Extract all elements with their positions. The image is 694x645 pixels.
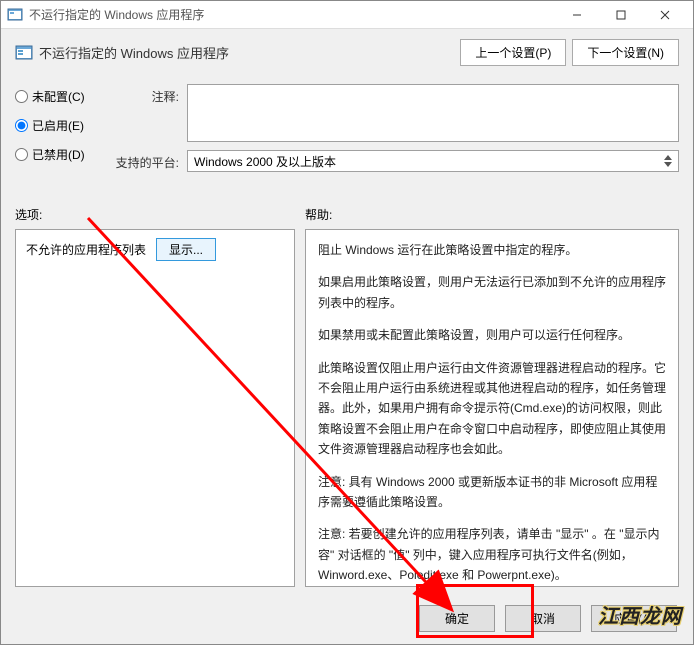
fields: 注释: 支持的平台: Windows 2000 及以上版本 [115, 84, 679, 172]
help-p5: 注意: 具有 Windows 2000 或更新版本证书的非 Microsoft … [318, 472, 666, 513]
platform-label: 支持的平台: [115, 150, 179, 171]
platform-row: 支持的平台: Windows 2000 及以上版本 [115, 150, 679, 172]
config-area: 未配置(C) 已启用(E) 已禁用(D) 注释: 支持的平台: Windows … [1, 84, 693, 178]
radio-enabled-input[interactable] [15, 119, 28, 132]
platform-value: Windows 2000 及以上版本 [194, 153, 336, 170]
apply-button[interactable]: 应用(A) [591, 605, 677, 632]
app-icon [7, 7, 23, 23]
help-p4: 此策略设置仅阻止用户运行由文件资源管理器进程启动的程序。它不会阻止用户运行由系统… [318, 358, 666, 460]
radio-not-configured[interactable]: 未配置(C) [15, 88, 101, 105]
section-labels: 选项: 帮助: [1, 178, 693, 229]
radio-not-configured-label: 未配置(C) [32, 88, 85, 105]
radio-disabled-label: 已禁用(D) [32, 146, 85, 163]
maximize-button[interactable] [599, 2, 643, 28]
disallowed-list-row: 不允许的应用程序列表 显示... [26, 238, 284, 261]
header: 不运行指定的 Windows 应用程序 上一个设置(P) 下一个设置(N) [1, 29, 693, 84]
help-p1: 阻止 Windows 运行在此策略设置中指定的程序。 [318, 240, 666, 260]
previous-setting-button[interactable]: 上一个设置(P) [460, 39, 566, 66]
comment-row: 注释: [115, 84, 679, 142]
policy-icon [15, 44, 33, 62]
help-section-label: 帮助: [305, 206, 679, 223]
next-setting-button[interactable]: 下一个设置(N) [572, 39, 679, 66]
options-panel: 不允许的应用程序列表 显示... [15, 229, 295, 587]
titlebar: 不运行指定的 Windows 应用程序 [1, 1, 693, 29]
radio-enabled[interactable]: 已启用(E) [15, 117, 101, 134]
comment-label: 注释: [115, 84, 179, 105]
chevron-up-icon [664, 155, 672, 160]
platform-spinner[interactable] [664, 155, 672, 167]
window-controls [555, 2, 687, 28]
policy-dialog-window: 不运行指定的 Windows 应用程序 不运行指定的 Windows 应用程序 … [0, 0, 694, 645]
help-p3: 如果禁用或未配置此策略设置，则用户可以运行任何程序。 [318, 325, 666, 345]
radio-not-configured-input[interactable] [15, 90, 28, 103]
options-section-label: 选项: [15, 206, 305, 223]
minimize-button[interactable] [555, 2, 599, 28]
show-button[interactable]: 显示... [156, 238, 216, 261]
policy-title: 不运行指定的 Windows 应用程序 [39, 43, 454, 62]
radio-enabled-label: 已启用(E) [32, 117, 84, 134]
close-button[interactable] [643, 2, 687, 28]
chevron-down-icon [664, 162, 672, 167]
radio-disabled-input[interactable] [15, 148, 28, 161]
state-radio-group: 未配置(C) 已启用(E) 已禁用(D) [15, 84, 101, 172]
comment-textarea[interactable] [187, 84, 679, 142]
help-panel[interactable]: 阻止 Windows 运行在此策略设置中指定的程序。 如果启用此策略设置，则用户… [305, 229, 679, 587]
ok-button[interactable]: 确定 [419, 605, 495, 632]
content-panels: 不允许的应用程序列表 显示... 阻止 Windows 运行在此策略设置中指定的… [1, 229, 693, 597]
radio-disabled[interactable]: 已禁用(D) [15, 146, 101, 163]
help-p2: 如果启用此策略设置，则用户无法运行已添加到不允许的应用程序列表中的程序。 [318, 272, 666, 313]
window-title: 不运行指定的 Windows 应用程序 [29, 6, 555, 23]
button-bar: 确定 取消 应用(A) [1, 597, 693, 644]
disallowed-list-label: 不允许的应用程序列表 [26, 241, 146, 258]
help-p6: 注意: 若要创建允许的应用程序列表，请单击 "显示" 。在 "显示内容" 对话框… [318, 524, 666, 585]
cancel-button[interactable]: 取消 [505, 605, 581, 632]
platform-box: Windows 2000 及以上版本 [187, 150, 679, 172]
